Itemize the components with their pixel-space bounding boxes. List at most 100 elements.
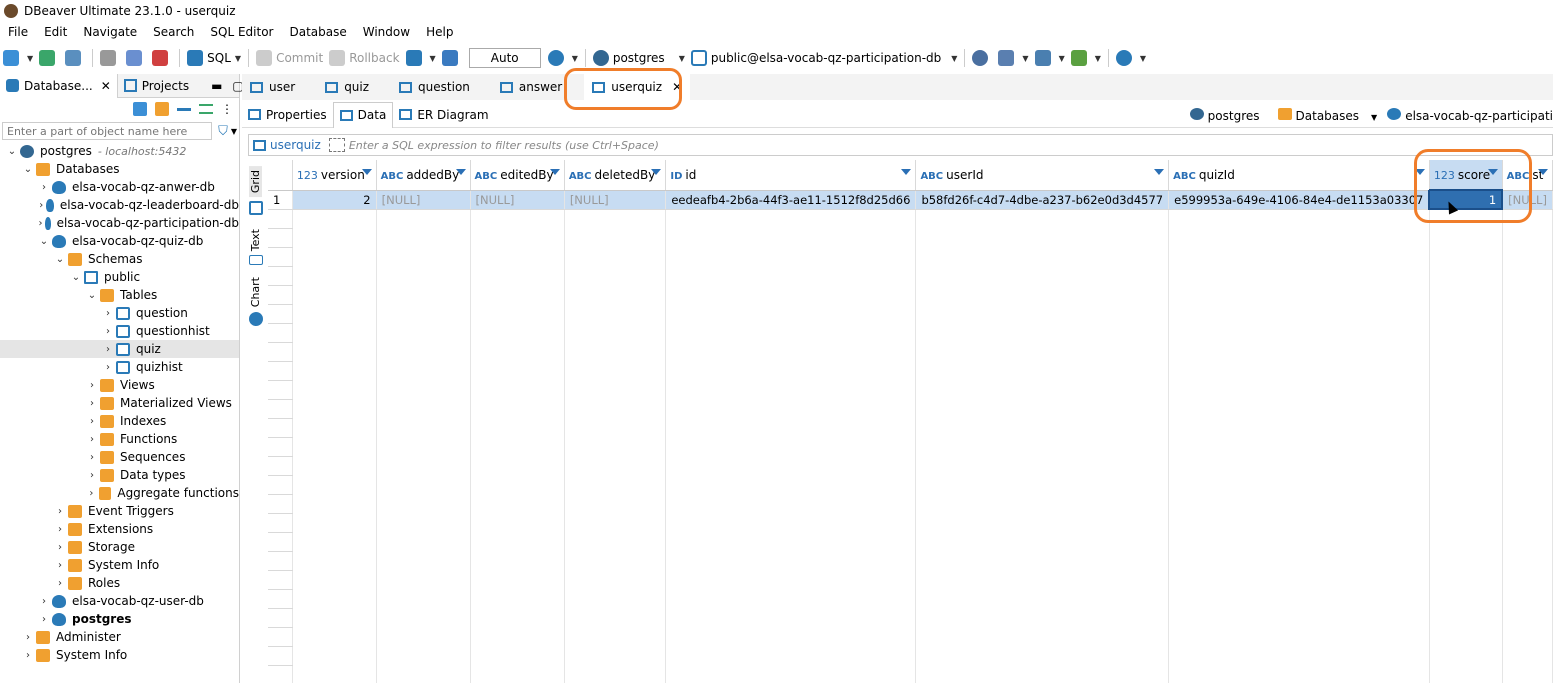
minimize-icon[interactable]: ▬: [211, 79, 222, 93]
sql-template-button[interactable]: ▼: [995, 46, 1031, 70]
menu-search[interactable]: Search: [145, 25, 202, 39]
chevron-right-icon[interactable]: ›: [54, 524, 66, 535]
chart-icon[interactable]: [249, 311, 263, 326]
table-cell[interactable]: b58fd26f-c4d7-4dbe-a237-b62e0d3d4577: [915, 190, 1170, 210]
chevron-down-icon[interactable]: ⌄: [86, 290, 98, 301]
search-button[interactable]: ▼: [1113, 46, 1149, 70]
menu-help[interactable]: Help: [418, 25, 461, 39]
tab-data[interactable]: Data: [332, 101, 394, 128]
tree-node[interactable]: › Data types: [0, 466, 239, 484]
table-cell[interactable]: [NULL]: [470, 190, 565, 210]
chevron-down-icon[interactable]: ⌄: [54, 254, 66, 265]
tree-node[interactable]: › Extensions: [0, 520, 239, 538]
new-connection-button[interactable]: ▼: [0, 46, 36, 70]
tree-node[interactable]: ⌄ elsa-vocab-qz-quiz-db: [0, 232, 239, 250]
tree-node[interactable]: › Administer: [0, 628, 239, 646]
chevron-right-icon[interactable]: ›: [38, 596, 50, 607]
chevron-right-icon[interactable]: ›: [38, 182, 50, 193]
tab-chart[interactable]: Chart: [249, 277, 262, 307]
table-cell[interactable]: [NULL]: [376, 190, 471, 210]
column-header-id[interactable]: ID id: [665, 160, 917, 191]
tree-node[interactable]: › Storage: [0, 538, 239, 556]
chevron-right-icon[interactable]: ›: [54, 506, 66, 517]
column-header-quizId[interactable]: ABC quizId: [1168, 160, 1430, 191]
column-menu-icon[interactable]: [1154, 169, 1165, 175]
chevron-down-icon[interactable]: ⌄: [70, 272, 82, 283]
column-menu-icon[interactable]: [361, 169, 372, 175]
cancel-button[interactable]: [149, 46, 175, 70]
dashboard-button[interactable]: [969, 46, 995, 70]
tree-node[interactable]: › quiz: [0, 340, 239, 358]
column-menu-icon[interactable]: [901, 169, 912, 175]
tree-node[interactable]: › elsa-vocab-qz-user-db: [0, 592, 239, 610]
tree-node[interactable]: ⌄ Tables: [0, 286, 239, 304]
chevron-right-icon[interactable]: ›: [38, 218, 43, 229]
tree-node[interactable]: › elsa-vocab-qz-participation-db: [0, 214, 239, 232]
table-row[interactable]: 1 2 [NULL] [NULL] [NULL] eedeafb4-2b6a-44f3-a…: [268, 189, 1553, 210]
editor-tab-user[interactable]: user: [242, 74, 303, 100]
chevron-right-icon[interactable]: ›: [102, 326, 114, 337]
chevron-right-icon[interactable]: ›: [22, 632, 34, 643]
tree-node[interactable]: › elsa-vocab-qz-leaderboard-db: [0, 196, 239, 214]
new-connection-icon[interactable]: [133, 102, 147, 116]
table-cell[interactable]: 2: [292, 190, 377, 210]
menu-edit[interactable]: Edit: [36, 25, 75, 39]
column-header-editedBy[interactable]: ABC editedBy: [470, 160, 565, 191]
tab-grid[interactable]: Grid: [249, 166, 262, 198]
chevron-right-icon[interactable]: ›: [102, 308, 114, 319]
disconnect-button[interactable]: [97, 46, 123, 70]
tree-node[interactable]: ⌄ public: [0, 268, 239, 286]
menu-navigate[interactable]: Navigate: [75, 25, 145, 39]
tab-properties[interactable]: Properties: [242, 102, 333, 128]
tab-text[interactable]: Text: [249, 229, 262, 251]
tasks-button[interactable]: ▼: [1032, 46, 1068, 70]
debug-button[interactable]: ▼: [1068, 46, 1104, 70]
menu-database[interactable]: Database: [281, 25, 354, 39]
filter-expression-input[interactable]: Enter a SQL expression to filter results…: [349, 139, 659, 152]
tree-node[interactable]: › question: [0, 304, 239, 322]
menu-window[interactable]: Window: [355, 25, 418, 39]
commit-button[interactable]: Commit: [253, 46, 326, 70]
object-filter-input[interactable]: [2, 122, 213, 140]
chevron-right-icon[interactable]: ›: [86, 452, 98, 463]
tree-node[interactable]: › Views: [0, 376, 239, 394]
tree-node[interactable]: › questionhist: [0, 322, 239, 340]
column-menu-icon[interactable]: [651, 169, 662, 175]
editor-tab-quiz[interactable]: quiz: [317, 74, 377, 100]
chevron-right-icon[interactable]: ›: [102, 362, 114, 373]
crumb-postgres[interactable]: postgres: [1189, 107, 1260, 123]
menu-file[interactable]: File: [0, 25, 36, 39]
schema-selector[interactable]: public@elsa-vocab-qz-participation-db ▼: [688, 46, 961, 70]
chevron-right-icon[interactable]: ›: [86, 488, 97, 499]
column-menu-icon[interactable]: [549, 169, 560, 175]
tree-node[interactable]: › Event Triggers: [0, 502, 239, 520]
tree-node[interactable]: › postgres: [0, 610, 239, 628]
new-folder-icon[interactable]: [155, 102, 169, 116]
tree-node[interactable]: › Materialized Views: [0, 394, 239, 412]
connect-button[interactable]: [36, 46, 62, 70]
invalidate-button[interactable]: [123, 46, 149, 70]
column-header-addedBy[interactable]: ABC addedBy: [376, 160, 471, 191]
table-cell[interactable]: eedeafb4-2b6a-44f3-ae11-1512f8d25d66: [665, 190, 917, 210]
tree-node[interactable]: › Indexes: [0, 412, 239, 430]
more-options-icon[interactable]: ⋮: [221, 103, 233, 115]
column-header-userId[interactable]: ABC userId: [915, 160, 1170, 191]
link-editor-icon[interactable]: [199, 104, 213, 114]
column-header-deletedBy[interactable]: ABC deletedBy: [564, 160, 667, 191]
tree-node[interactable]: › System Info: [0, 646, 239, 664]
sql-editor-button[interactable]: SQL ▼: [184, 46, 244, 70]
close-icon[interactable]: ✕: [101, 79, 111, 93]
tree-node[interactable]: › Functions: [0, 430, 239, 448]
chevron-right-icon[interactable]: ›: [102, 344, 114, 355]
collapse-all-icon[interactable]: [177, 107, 191, 111]
chevron-right-icon[interactable]: ›: [38, 200, 44, 211]
tab-database-navigator[interactable]: Database... ✕: [0, 73, 118, 98]
column-menu-icon[interactable]: [1538, 169, 1548, 175]
datasource-selector[interactable]: postgres ▼: [590, 46, 688, 70]
sql-folder-button[interactable]: [62, 46, 88, 70]
chevron-right-icon[interactable]: ›: [38, 614, 50, 625]
tree-node[interactable]: › elsa-vocab-qz-anwer-db: [0, 178, 239, 196]
table-cell[interactable]: e599953a-649e-4106-84e4-de1153a03307: [1168, 190, 1430, 210]
chevron-right-icon[interactable]: ›: [54, 560, 66, 571]
expand-filter-icon[interactable]: [328, 138, 345, 152]
